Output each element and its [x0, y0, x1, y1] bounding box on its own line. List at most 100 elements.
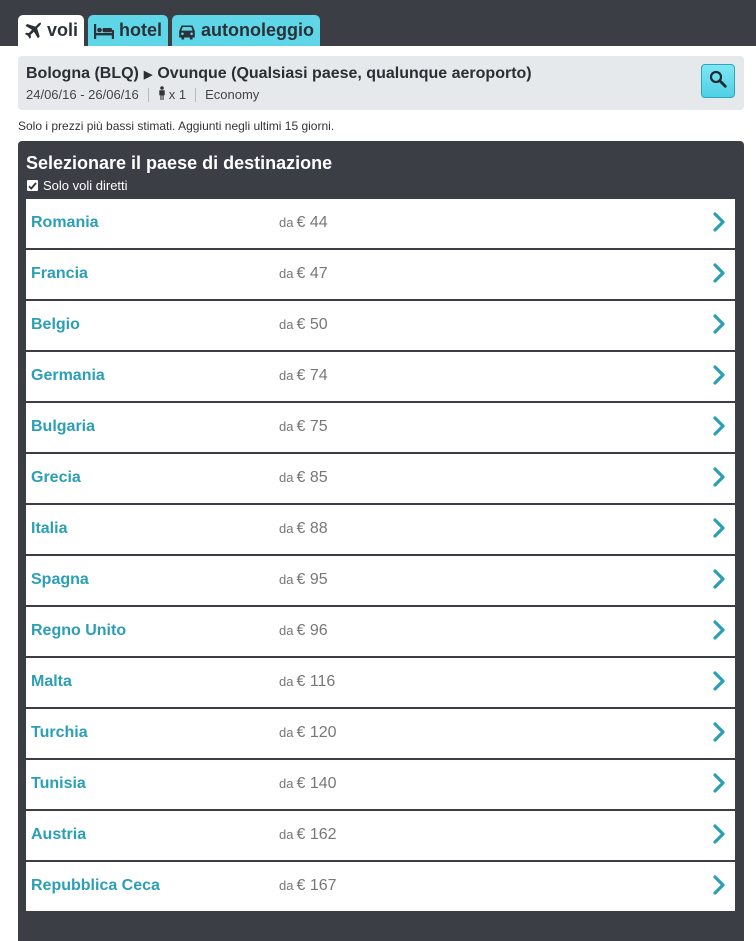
- tab-label: hotel: [119, 20, 163, 40]
- price-value: € 140: [296, 775, 337, 792]
- price-prefix: da: [279, 419, 294, 434]
- country-name[interactable]: Tunisia: [31, 775, 86, 793]
- price-prefix: da: [279, 266, 294, 281]
- passengers-text: x 1: [168, 87, 187, 102]
- country-name[interactable]: Romania: [31, 214, 99, 232]
- destination-row[interactable]: Francia da € 47: [26, 250, 735, 299]
- country-name[interactable]: Francia: [31, 265, 88, 283]
- destination-row[interactable]: Belgio da € 50: [26, 301, 735, 350]
- country-list: Romania da € 44 Francia da € 47 Belgio da € 50 Ge…: [26, 199, 735, 913]
- chevron-right-icon: [712, 619, 726, 641]
- chevron-right-icon: [712, 466, 726, 488]
- chevron-right-icon: [712, 874, 726, 896]
- price-from: da € 85: [279, 469, 328, 487]
- price-from: da € 50: [279, 316, 328, 334]
- price-from: da € 140: [279, 775, 337, 793]
- chevron-right-icon: [712, 415, 726, 437]
- country-name[interactable]: Malta: [31, 673, 72, 691]
- price-prefix: da: [279, 776, 294, 791]
- price-prefix: da: [279, 521, 294, 536]
- destination-row[interactable]: Turchia da € 120: [26, 709, 735, 758]
- direct-flights-checkbox[interactable]: Solo voli diretti: [27, 178, 128, 193]
- trip-meta: 24/06/16 - 26/06/16 x 1 Economy: [26, 86, 259, 103]
- origin-text: Bologna (BLQ): [26, 65, 139, 82]
- country-name[interactable]: Italia: [31, 520, 67, 538]
- passenger-count: x 1: [158, 86, 186, 103]
- country-name[interactable]: Belgio: [31, 316, 80, 334]
- direct-flights-label: Solo voli diretti: [43, 178, 128, 193]
- destination-row[interactable]: Repubblica Ceca da € 167: [26, 862, 735, 911]
- price-prefix: da: [279, 827, 294, 842]
- destination-row[interactable]: Grecia da € 85: [26, 454, 735, 503]
- chevron-right-icon: [712, 211, 726, 233]
- price-from: da € 44: [279, 214, 328, 232]
- tab-hotel[interactable]: hotel: [88, 15, 169, 46]
- destination-row[interactable]: Bulgaria da € 75: [26, 403, 735, 452]
- divider: [195, 87, 197, 102]
- search-summary: Bologna (BLQ) ▶ Ovunque (Qualsiasi paese…: [18, 56, 744, 110]
- destination-row[interactable]: Spagna da € 95: [26, 556, 735, 605]
- price-disclaimer: Solo i prezzi più bassi stimati. Aggiunt…: [18, 119, 335, 133]
- price-prefix: da: [279, 572, 294, 587]
- price-from: da € 167: [279, 877, 337, 895]
- price-prefix: da: [279, 368, 294, 383]
- chevron-right-icon: [712, 364, 726, 386]
- price-prefix: da: [279, 317, 294, 332]
- product-tabs: voli hotel autonoleggio: [18, 15, 320, 46]
- country-name[interactable]: Austria: [31, 826, 86, 844]
- destination-row[interactable]: Germania da € 74: [26, 352, 735, 401]
- price-value: € 85: [296, 469, 328, 486]
- magnifier-icon: [709, 70, 727, 93]
- destination-row[interactable]: Tunisia da € 140: [26, 760, 735, 809]
- chevron-right-icon: [712, 313, 726, 335]
- country-name[interactable]: Repubblica Ceca: [31, 877, 160, 895]
- tab-voli[interactable]: voli: [18, 15, 85, 46]
- bed-icon: [93, 22, 115, 40]
- chevron-right-icon: [712, 823, 726, 845]
- chevron-right-icon: [712, 670, 726, 692]
- chevron-right-icon: [712, 262, 726, 284]
- destination-row[interactable]: Romania da € 44: [26, 199, 735, 248]
- price-from: da € 74: [279, 367, 328, 385]
- price-from: da € 96: [279, 622, 328, 640]
- car-icon: [177, 22, 197, 40]
- price-value: € 47: [296, 265, 328, 282]
- arrow-right-icon: ▶: [143, 68, 153, 81]
- checkbox-checked-icon: [27, 180, 38, 191]
- panel-title: Selezionare il paese di destinazione: [26, 153, 333, 173]
- price-prefix: da: [279, 878, 294, 893]
- destination-text: Ovunque (Qualsiasi paese, qualunque aero…: [157, 65, 532, 82]
- destination-row[interactable]: Regno Unito da € 96: [26, 607, 735, 656]
- chevron-right-icon: [712, 721, 726, 743]
- country-name[interactable]: Turchia: [31, 724, 88, 742]
- price-from: da € 88: [279, 520, 328, 538]
- country-name[interactable]: Spagna: [31, 571, 89, 589]
- price-prefix: da: [279, 674, 294, 689]
- tab-autonoleggio[interactable]: autonoleggio: [172, 15, 320, 46]
- top-navigation-bar: voli hotel autonoleggio: [0, 0, 756, 46]
- price-prefix: da: [279, 623, 294, 638]
- country-name[interactable]: Bulgaria: [31, 418, 95, 436]
- price-value: € 74: [296, 367, 328, 384]
- price-from: da € 116: [279, 673, 335, 691]
- price-prefix: da: [279, 470, 294, 485]
- country-name[interactable]: Regno Unito: [31, 622, 126, 640]
- person-icon: [158, 86, 166, 103]
- search-button[interactable]: [701, 64, 735, 98]
- tab-label: autonoleggio: [201, 20, 314, 40]
- price-prefix: da: [279, 215, 294, 230]
- country-name[interactable]: Grecia: [31, 469, 81, 487]
- chevron-right-icon: [712, 568, 726, 590]
- dates-text: 24/06/16 - 26/06/16: [26, 87, 139, 102]
- destination-row[interactable]: Malta da € 116: [26, 658, 735, 707]
- price-from: da € 120: [279, 724, 337, 742]
- price-value: € 116: [296, 673, 336, 690]
- destination-row[interactable]: Austria da € 162: [26, 811, 735, 860]
- price-value: € 167: [296, 877, 337, 894]
- price-from: da € 162: [279, 826, 337, 844]
- country-name[interactable]: Germania: [31, 367, 105, 385]
- price-value: € 120: [296, 724, 337, 741]
- destination-row[interactable]: Italia da € 88: [26, 505, 735, 554]
- divider: [147, 87, 149, 102]
- chevron-right-icon: [712, 772, 726, 794]
